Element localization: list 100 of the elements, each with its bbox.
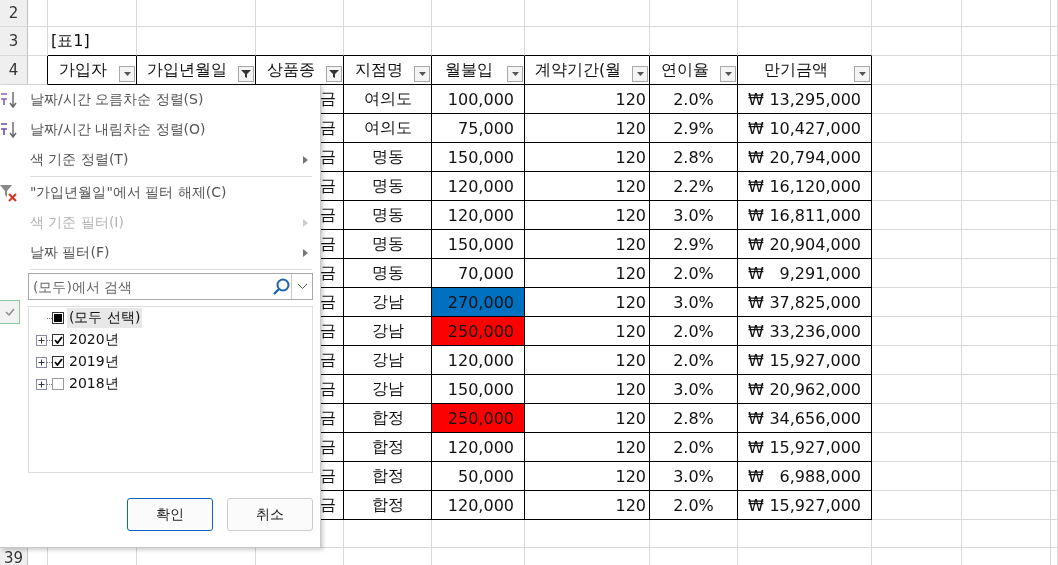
filter-button[interactable] (119, 66, 135, 82)
table-cell-text: 270,000 (447, 292, 515, 312)
table-cell: 2.0% (673, 89, 714, 109)
table-cell: 합정 (371, 494, 404, 516)
chevron-down-icon (297, 284, 307, 289)
expand-icon[interactable] (35, 334, 47, 346)
table-cell-text: 120 (615, 118, 647, 138)
table-cell-text: 금 (320, 436, 337, 458)
currency-symbol: ₩ (747, 234, 764, 254)
table-cell-text: 10,427,000 (768, 118, 862, 138)
checkmark-icon (53, 358, 63, 366)
filter-button[interactable] (414, 66, 430, 82)
table-cell-text: 120 (615, 176, 647, 196)
table-cell-text: 120 (615, 495, 647, 515)
table-cell-text: 150,000 (447, 147, 515, 167)
submenu-arrow-icon (303, 219, 308, 227)
menu-item[interactable]: 날짜/시간 내림차순 정렬(O) (0, 115, 320, 145)
checkbox[interactable] (52, 378, 64, 390)
search-field[interactable]: (모두)에서 검색 (28, 273, 313, 300)
currency-symbol: ₩ (747, 321, 764, 341)
menu-item[interactable]: "가입년월일"에서 필터 해제(C) (0, 178, 320, 208)
checkbox[interactable] (52, 312, 64, 324)
table-cell: 명동 (371, 262, 404, 284)
column-header: 만기금액 (762, 59, 829, 81)
table-caption: [표1] (50, 30, 90, 52)
table-cell: 2.2% (673, 176, 714, 196)
partial-check-icon (54, 314, 62, 322)
table-cell-text: 16,120,000 (768, 176, 862, 196)
table-cell-text: 금 (320, 88, 337, 110)
table-cell: 강남 (371, 349, 404, 371)
dropdown-arrow-icon (418, 72, 426, 76)
row-number: 2 (0, 0, 28, 27)
column-header: 상품종 (265, 59, 316, 81)
ok-button[interactable]: 확인 (127, 498, 213, 531)
filter-button[interactable] (720, 66, 736, 82)
table-cell-text: 16,811,000 (768, 205, 862, 225)
search-icon (273, 277, 291, 296)
table-cell-text: 금 (320, 349, 337, 371)
list-item[interactable]: 2020년 (67, 330, 121, 350)
list-item[interactable]: 2018년 (67, 374, 121, 394)
expand-icon[interactable] (35, 378, 47, 390)
table-cell-text: 75,000 (458, 118, 515, 138)
table-cell-text: 금 (320, 117, 337, 139)
dropdown-arrow-icon (724, 72, 732, 76)
list-item[interactable]: (모두 선택) (67, 308, 143, 328)
filter-button[interactable] (632, 66, 648, 82)
checkbox[interactable] (52, 334, 64, 346)
dropdown-arrow-icon (858, 72, 866, 76)
table-cell-text: 120 (615, 205, 647, 225)
currency-symbol: ₩ (747, 89, 764, 109)
table-cell-text: 120 (615, 466, 647, 486)
table-cell-text: 120,000 (447, 437, 515, 457)
filter-icon (241, 69, 251, 79)
table-cell: 합정 (371, 465, 404, 487)
table-cell-text: 50,000 (458, 466, 515, 486)
filter-button[interactable] (854, 66, 870, 82)
column-header: 계약기간(월 (533, 59, 623, 81)
filter-button[interactable] (326, 66, 342, 82)
table-cell-text: 70,000 (458, 263, 515, 283)
currency-symbol: ₩ (747, 495, 764, 515)
table-cell-text: 120 (615, 350, 647, 370)
table-cell-text: 15,927,000 (768, 495, 862, 515)
table-cell: 명동 (371, 233, 404, 255)
checkbox[interactable] (52, 356, 64, 368)
empty-cell (28, 0, 48, 27)
table-cell-text: 120,000 (447, 350, 515, 370)
table-cell: 합정 (371, 407, 404, 429)
table-cell-text: 금 (320, 465, 337, 487)
table-cell-text: 37,825,000 (768, 292, 862, 312)
menu-item[interactable]: 색 기준 정렬(T) (0, 145, 320, 175)
table-cell: 명동 (371, 146, 404, 168)
table-cell: 2.0% (673, 263, 714, 283)
list-item[interactable]: 2019년 (67, 352, 121, 372)
table-cell-text: 120 (615, 379, 647, 399)
table-cell-text: 금 (320, 407, 337, 429)
table-cell-text: 20,904,000 (768, 234, 862, 254)
filter-button[interactable] (507, 66, 523, 82)
expand-icon[interactable] (35, 356, 47, 368)
table-cell-text: 15,927,000 (768, 437, 862, 457)
column-header: 가입년월일 (146, 59, 228, 81)
table-cell-text: 120 (615, 321, 647, 341)
table-cell: 합정 (371, 436, 404, 458)
menu-item[interactable]: 날짜/시간 오름차순 정렬(S) (0, 85, 320, 115)
row-number: 3 (0, 27, 28, 56)
cancel-button[interactable]: 취소 (227, 498, 313, 531)
currency-symbol: ₩ (747, 263, 764, 283)
table-cell: 3.0% (673, 466, 714, 486)
table-cell-text: 금 (320, 320, 337, 342)
check-icon (0, 300, 20, 324)
table-cell-text: 금 (320, 262, 337, 284)
column-header: 가입자 (58, 59, 108, 81)
dropdown-arrow-icon (123, 72, 131, 76)
currency-symbol: ₩ (747, 408, 764, 428)
table-cell-text: 250,000 (447, 408, 515, 428)
table-cell: 명동 (371, 204, 404, 226)
table-cell-text: 120 (615, 292, 647, 312)
table-cell: 여의도 (363, 88, 412, 110)
filter-button[interactable] (238, 66, 254, 82)
menu-item[interactable]: 날짜 필터(F) (0, 238, 320, 268)
table-cell-text: 120 (615, 437, 647, 457)
